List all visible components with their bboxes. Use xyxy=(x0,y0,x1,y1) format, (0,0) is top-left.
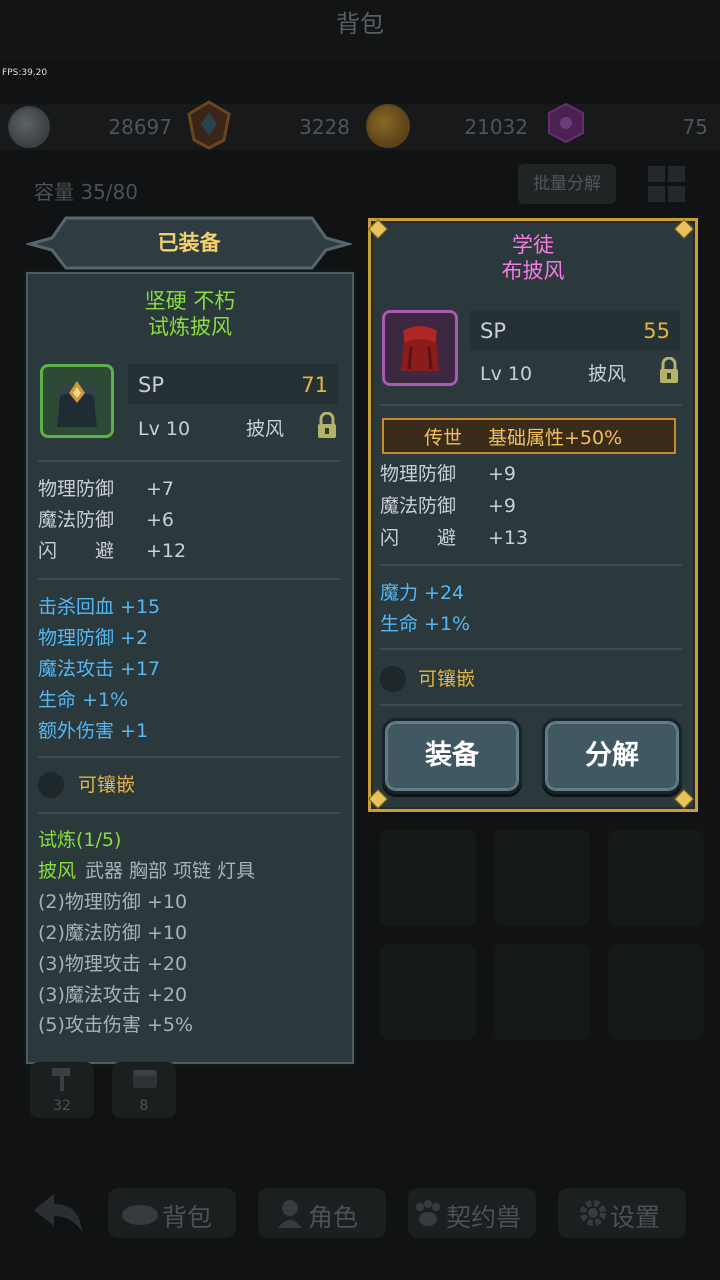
socket-label: 可镶嵌 xyxy=(418,668,476,690)
stat-value: +12 xyxy=(146,540,187,562)
cape-item-icon xyxy=(40,364,114,438)
inventory-slot[interactable] xyxy=(380,830,476,926)
divider xyxy=(380,648,682,650)
socket-label: 可镶嵌 xyxy=(78,774,136,796)
stat-value: +9 xyxy=(488,495,517,517)
item-name: 试炼披风 xyxy=(148,315,232,339)
extra-stat: 生命 +1% xyxy=(380,613,471,635)
stat-value: +6 xyxy=(146,509,175,531)
inventory-slot[interactable] xyxy=(380,944,476,1040)
divider xyxy=(380,564,682,566)
set-part-active: 披风 xyxy=(38,860,77,882)
divider xyxy=(38,578,340,580)
page-title: 背包 xyxy=(336,10,384,38)
inventory-slot[interactable] xyxy=(494,944,590,1040)
set-bonus: (2)魔法防御 +10 xyxy=(38,922,188,944)
batch-dismantle-button[interactable]: 批量分解 xyxy=(518,164,616,204)
gear-icon xyxy=(578,1198,608,1228)
purple-gem-icon xyxy=(545,102,587,144)
equip-button[interactable]: 装备 xyxy=(382,718,522,794)
stat-name: 物理防御 xyxy=(380,463,457,485)
set-bonus: (5)攻击伤害 +5% xyxy=(38,1014,194,1036)
gold-coin-icon xyxy=(366,104,410,148)
nav-label: 契约兽 xyxy=(446,1203,522,1232)
extra-stat: 生命 +1% xyxy=(38,689,129,711)
sp-value: 55 xyxy=(643,319,670,343)
extra-stat: 物理防御 +2 xyxy=(38,627,149,649)
socket-icon xyxy=(38,772,64,798)
extra-stat: 额外伤害 +1 xyxy=(38,720,149,742)
stack-count: 8 xyxy=(139,1098,149,1114)
socket-icon xyxy=(380,666,406,692)
item-name-prefix: 坚硬 不朽 xyxy=(144,289,236,313)
dismantle-button[interactable]: 分解 xyxy=(542,718,682,794)
stat-value: +9 xyxy=(488,463,517,485)
legend-text: 基础属性+50% xyxy=(488,427,623,449)
inventory-slot[interactable] xyxy=(608,944,704,1040)
set-bonus: (3)魔法攻击 +20 xyxy=(38,984,188,1006)
stat-value: +13 xyxy=(488,527,529,549)
extra-stat: 魔力 +24 xyxy=(380,582,465,604)
sp-label: SP xyxy=(138,373,164,397)
set-bonus: (2)物理防御 +10 xyxy=(38,891,188,913)
item-level: Lv 10 xyxy=(480,363,533,385)
currency-value: 75 xyxy=(682,115,708,139)
item-name: 布披风 xyxy=(501,259,565,283)
rank-crest-icon xyxy=(186,100,232,150)
stack-count: 32 xyxy=(53,1098,71,1114)
lock-icon[interactable] xyxy=(658,356,678,383)
currency-value: 28697 xyxy=(108,115,172,139)
inventory-slot[interactable] xyxy=(494,830,590,926)
currency-value: 3228 xyxy=(299,115,350,139)
extra-stat: 击杀回血 +15 xyxy=(38,596,161,618)
item-level: Lv 10 xyxy=(138,418,191,440)
silver-coin-icon xyxy=(8,106,50,148)
item-slot: 披风 xyxy=(246,418,285,440)
currency-value: 21032 xyxy=(464,115,528,139)
divider xyxy=(38,460,340,462)
set-bonus: (3)物理攻击 +20 xyxy=(38,953,188,975)
item-slot: 披风 xyxy=(588,363,627,385)
stat-name: 物理防御 xyxy=(38,478,115,500)
nav-label: 设置 xyxy=(610,1203,661,1232)
item-name-prefix: 学徒 xyxy=(512,233,554,257)
stat-name: 闪 避 xyxy=(380,527,457,549)
back-arrow-icon[interactable] xyxy=(30,1190,86,1236)
stat-name: 魔法防御 xyxy=(38,509,115,531)
stat-value: +7 xyxy=(146,478,175,500)
sp-label: SP xyxy=(480,319,506,343)
divider xyxy=(38,812,340,814)
character-icon xyxy=(274,1198,306,1228)
extra-stat: 魔法攻击 +17 xyxy=(38,658,161,680)
set-parts: 武器 胸部 项链 灯具 xyxy=(85,860,256,882)
sp-value: 71 xyxy=(301,373,328,397)
hammer-icon xyxy=(46,1066,78,1092)
bag-icon xyxy=(120,1198,160,1228)
paw-icon xyxy=(412,1198,444,1228)
nav-label: 背包 xyxy=(162,1203,213,1232)
fps-counter: FPS:39.20 xyxy=(2,68,48,78)
cloth-cape-icon xyxy=(382,310,458,386)
grid-view-icon[interactable] xyxy=(646,164,688,204)
divider xyxy=(380,704,682,706)
divider xyxy=(380,404,682,406)
inventory-capacity: 容量 35/80 xyxy=(34,180,138,204)
stat-name: 魔法防御 xyxy=(380,495,457,517)
divider xyxy=(38,756,340,758)
equipped-header-label: 已装备 xyxy=(157,231,221,255)
set-title: 试炼(1/5) xyxy=(38,829,122,851)
stat-name: 闪 避 xyxy=(38,540,115,562)
lock-icon[interactable] xyxy=(316,411,336,438)
nav-label: 角色 xyxy=(308,1203,359,1232)
inventory-slot[interactable] xyxy=(608,830,704,926)
legend-tag: 传世 xyxy=(424,427,463,449)
chest-icon xyxy=(130,1066,160,1092)
